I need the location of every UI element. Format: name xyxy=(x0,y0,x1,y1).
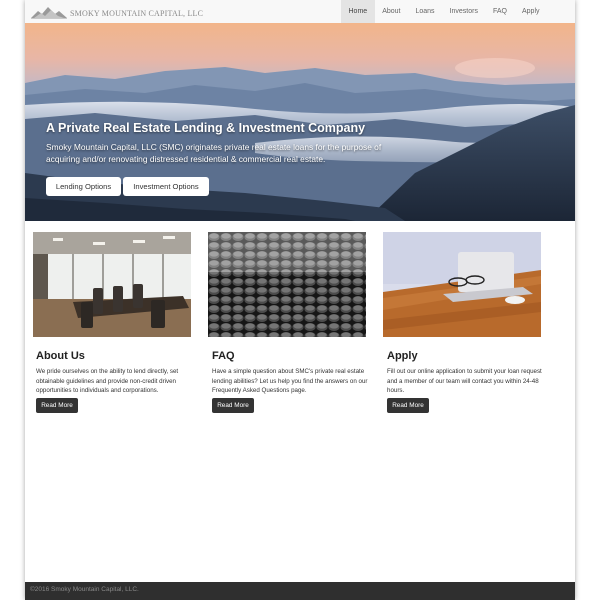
investment-options-button[interactable]: Investment Options xyxy=(123,177,209,196)
nav-apply[interactable]: Apply xyxy=(514,0,547,23)
roof-tiles-image xyxy=(208,232,366,337)
navbar: SMOKY MOUNTAIN CAPITAL, LLC Home About L… xyxy=(25,0,575,24)
hero-description: Smoky Mountain Capital, LLC (SMC) origin… xyxy=(46,142,382,164)
nav-faq[interactable]: FAQ xyxy=(485,0,514,23)
copyright-text: ©2016 Smoky Mountain Capital, LLC. xyxy=(30,586,139,593)
faq-title: FAQ xyxy=(212,350,235,362)
laptop-desk-image xyxy=(383,232,541,337)
about-read-more-button[interactable]: Read More xyxy=(36,398,78,413)
apply-read-more-button[interactable]: Read More xyxy=(387,398,429,413)
nav-loans[interactable]: Loans xyxy=(408,0,442,23)
about-text: We pride ourselves on the ability to len… xyxy=(36,368,179,395)
about-title: About Us xyxy=(36,350,85,362)
faq-text: Have a simple question about SMC's priva… xyxy=(212,368,368,395)
main-nav: Home About Loans Investors FAQ Apply xyxy=(341,0,547,23)
brand-name: SMOKY MOUNTAIN CAPITAL, LLC xyxy=(70,9,204,18)
conference-room-image xyxy=(33,232,191,337)
mountain-logo-icon xyxy=(31,6,67,19)
page: SMOKY MOUNTAIN CAPITAL, LLC Home About L… xyxy=(25,0,575,600)
apply-text: Fill out our online application to submi… xyxy=(387,368,542,395)
faq-read-more-button[interactable]: Read More xyxy=(212,398,254,413)
apply-title: Apply xyxy=(387,350,418,362)
footer: ©2016 Smoky Mountain Capital, LLC. xyxy=(25,582,575,600)
nav-about[interactable]: About xyxy=(375,0,408,23)
nav-home[interactable]: Home xyxy=(341,0,375,23)
brand-link[interactable]: SMOKY MOUNTAIN CAPITAL, LLC xyxy=(31,2,203,21)
nav-investors[interactable]: Investors xyxy=(442,0,485,23)
lending-options-button[interactable]: Lending Options xyxy=(46,177,121,196)
hero-title: A Private Real Estate Lending & Investme… xyxy=(46,121,366,135)
